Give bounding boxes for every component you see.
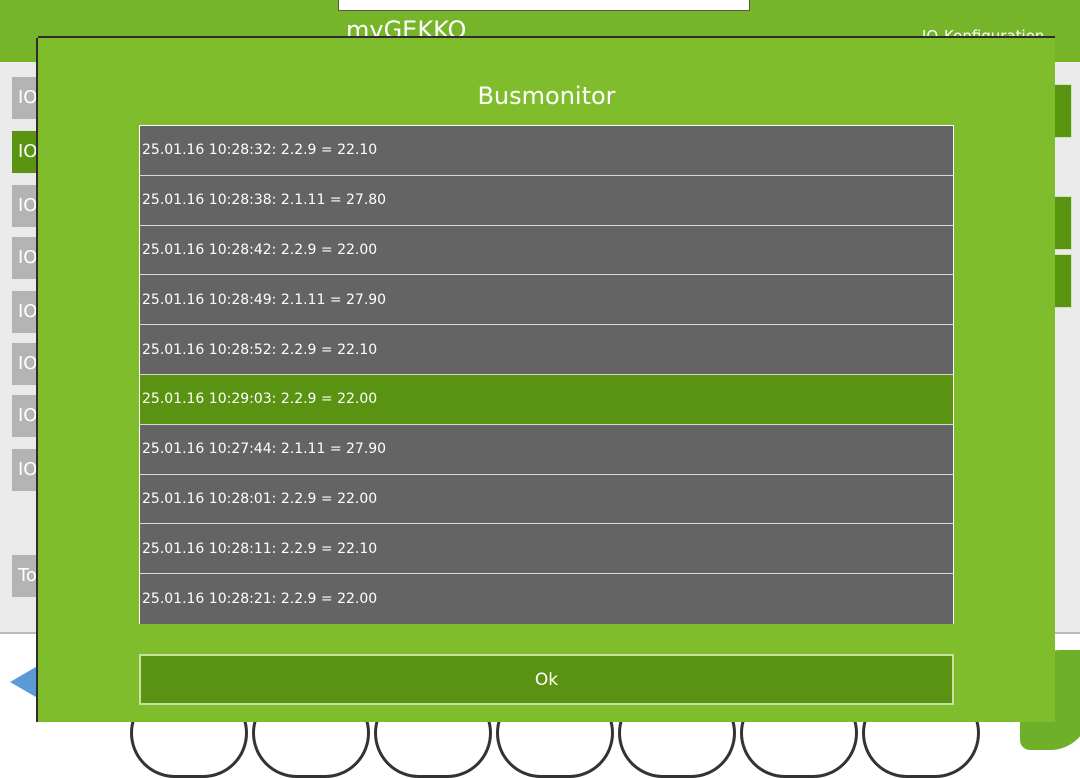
list-item[interactable]: 25.01.16 10:27:44: 2.1.11 = 27.90 [140,424,953,475]
list-item[interactable]: 25.01.16 10:28:21: 2.2.9 = 22.00 [140,574,953,624]
list-item[interactable]: 25.01.16 10:28:52: 2.2.9 = 22.10 [140,325,953,375]
dialog-title: Busmonitor [477,82,616,110]
list-item[interactable]: 25.01.16 10:28:42: 2.2.9 = 22.00 [140,225,953,276]
busmonitor-dialog: Busmonitor 25.01.16 10:28:32: 2.2.9 = 22… [38,38,1055,722]
ok-button[interactable]: Ok [139,654,954,705]
list-item[interactable]: 25.01.16 10:28:49: 2.1.11 = 27.90 [140,275,953,326]
list-item[interactable]: 25.01.16 10:29:03: 2.2.9 = 22.00 [140,374,953,425]
header-input-box [338,0,750,11]
busmonitor-list[interactable]: 25.01.16 10:28:32: 2.2.9 = 22.10 25.01.16… [139,125,954,624]
list-item[interactable]: 25.01.16 10:28:32: 2.2.9 = 22.10 [140,126,953,176]
list-item[interactable]: 25.01.16 10:28:11: 2.2.9 = 22.10 [140,524,953,575]
list-item[interactable]: 25.01.16 10:28:38: 2.1.11 = 27.80 [140,175,953,226]
list-item[interactable]: 25.01.16 10:28:01: 2.2.9 = 22.00 [140,474,953,525]
